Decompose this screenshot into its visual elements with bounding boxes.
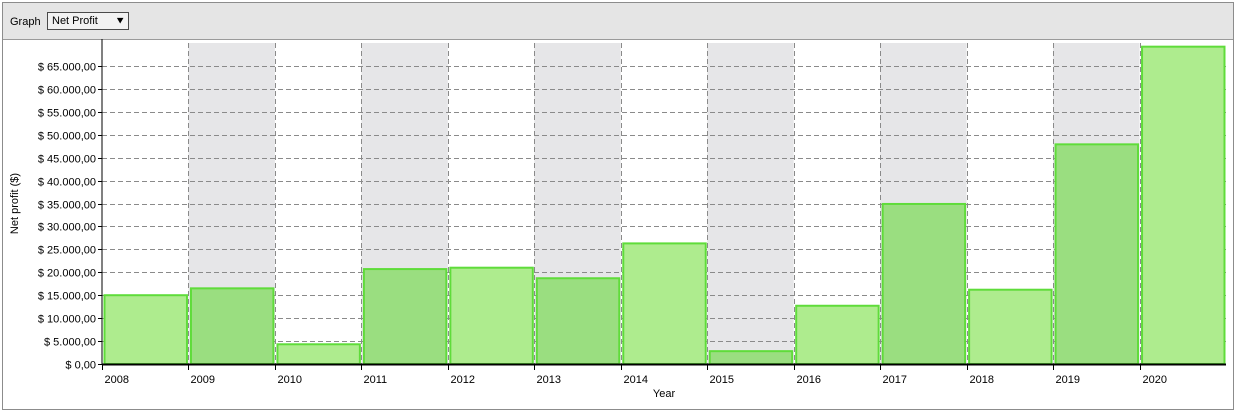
bar-2014	[622, 242, 707, 366]
x-tick-label: 2014	[624, 374, 648, 386]
y-axis-title: Net profit ($)	[9, 173, 21, 234]
y-tick-label: $ 55.000,00	[38, 108, 96, 120]
bar-2015	[708, 350, 794, 366]
x-tick-label: 2008	[105, 374, 129, 386]
bar-2018	[968, 288, 1053, 365]
bar-2012	[449, 266, 534, 366]
bar-2016	[795, 304, 880, 365]
x-tick-label: 2012	[451, 374, 475, 386]
x-axis: 2008 2009 2010 2011 2012 2013 2014 2015 2016 2017…	[102, 363, 1226, 386]
bar-2011	[362, 268, 448, 365]
x-tick-label: 2019	[1056, 374, 1080, 386]
bar-2017	[881, 202, 967, 365]
y-axis: $ 0,00 $ 5.000,00 $ 10.000,00 $ 15.000,00 $ …	[38, 39, 103, 372]
bar-chart: $ 0,00 $ 5.000,00 $ 10.000,00 $ 15.000,00 $ …	[9, 39, 1226, 400]
y-tick-label: $ 5.000,00	[44, 337, 96, 349]
x-tick-label: 2015	[710, 374, 734, 386]
bar-2020	[1141, 45, 1226, 365]
y-tick-label: $ 30.000,00	[38, 222, 96, 234]
y-tick-label: $ 35.000,00	[38, 200, 96, 212]
y-tick-label: $ 65.000,00	[38, 62, 96, 74]
y-tick-label: $ 15.000,00	[38, 291, 96, 303]
x-tick-label: 2013	[537, 374, 561, 386]
x-tick-label: 2018	[970, 374, 994, 386]
y-tick-label: $ 60.000,00	[38, 85, 96, 97]
y-tick-label: $ 10.000,00	[38, 314, 96, 326]
x-tick-label: 2009	[191, 374, 215, 386]
y-tick-label: $ 20.000,00	[38, 268, 96, 280]
x-tick-label: 2010	[278, 374, 302, 386]
bar-2008	[103, 294, 188, 366]
y-tick-label: $ 0,00	[65, 360, 96, 372]
band-2015	[707, 43, 794, 364]
x-tick-label: 2017	[883, 374, 907, 386]
bar-2010	[276, 343, 361, 366]
bar-2009	[189, 287, 275, 366]
x-tick-label: 2016	[797, 374, 821, 386]
x-tick-label: 2011	[364, 374, 388, 386]
y-tick-label: $ 40.000,00	[38, 177, 96, 189]
y-tick-label: $ 50.000,00	[38, 131, 96, 143]
bar-2019	[1054, 143, 1140, 365]
y-tick-label: $ 25.000,00	[38, 245, 96, 257]
bar-2013	[535, 277, 621, 365]
x-tick-label: 2020	[1143, 374, 1167, 386]
x-axis-title: Year	[653, 388, 676, 400]
y-tick-label: $ 45.000,00	[38, 154, 96, 166]
